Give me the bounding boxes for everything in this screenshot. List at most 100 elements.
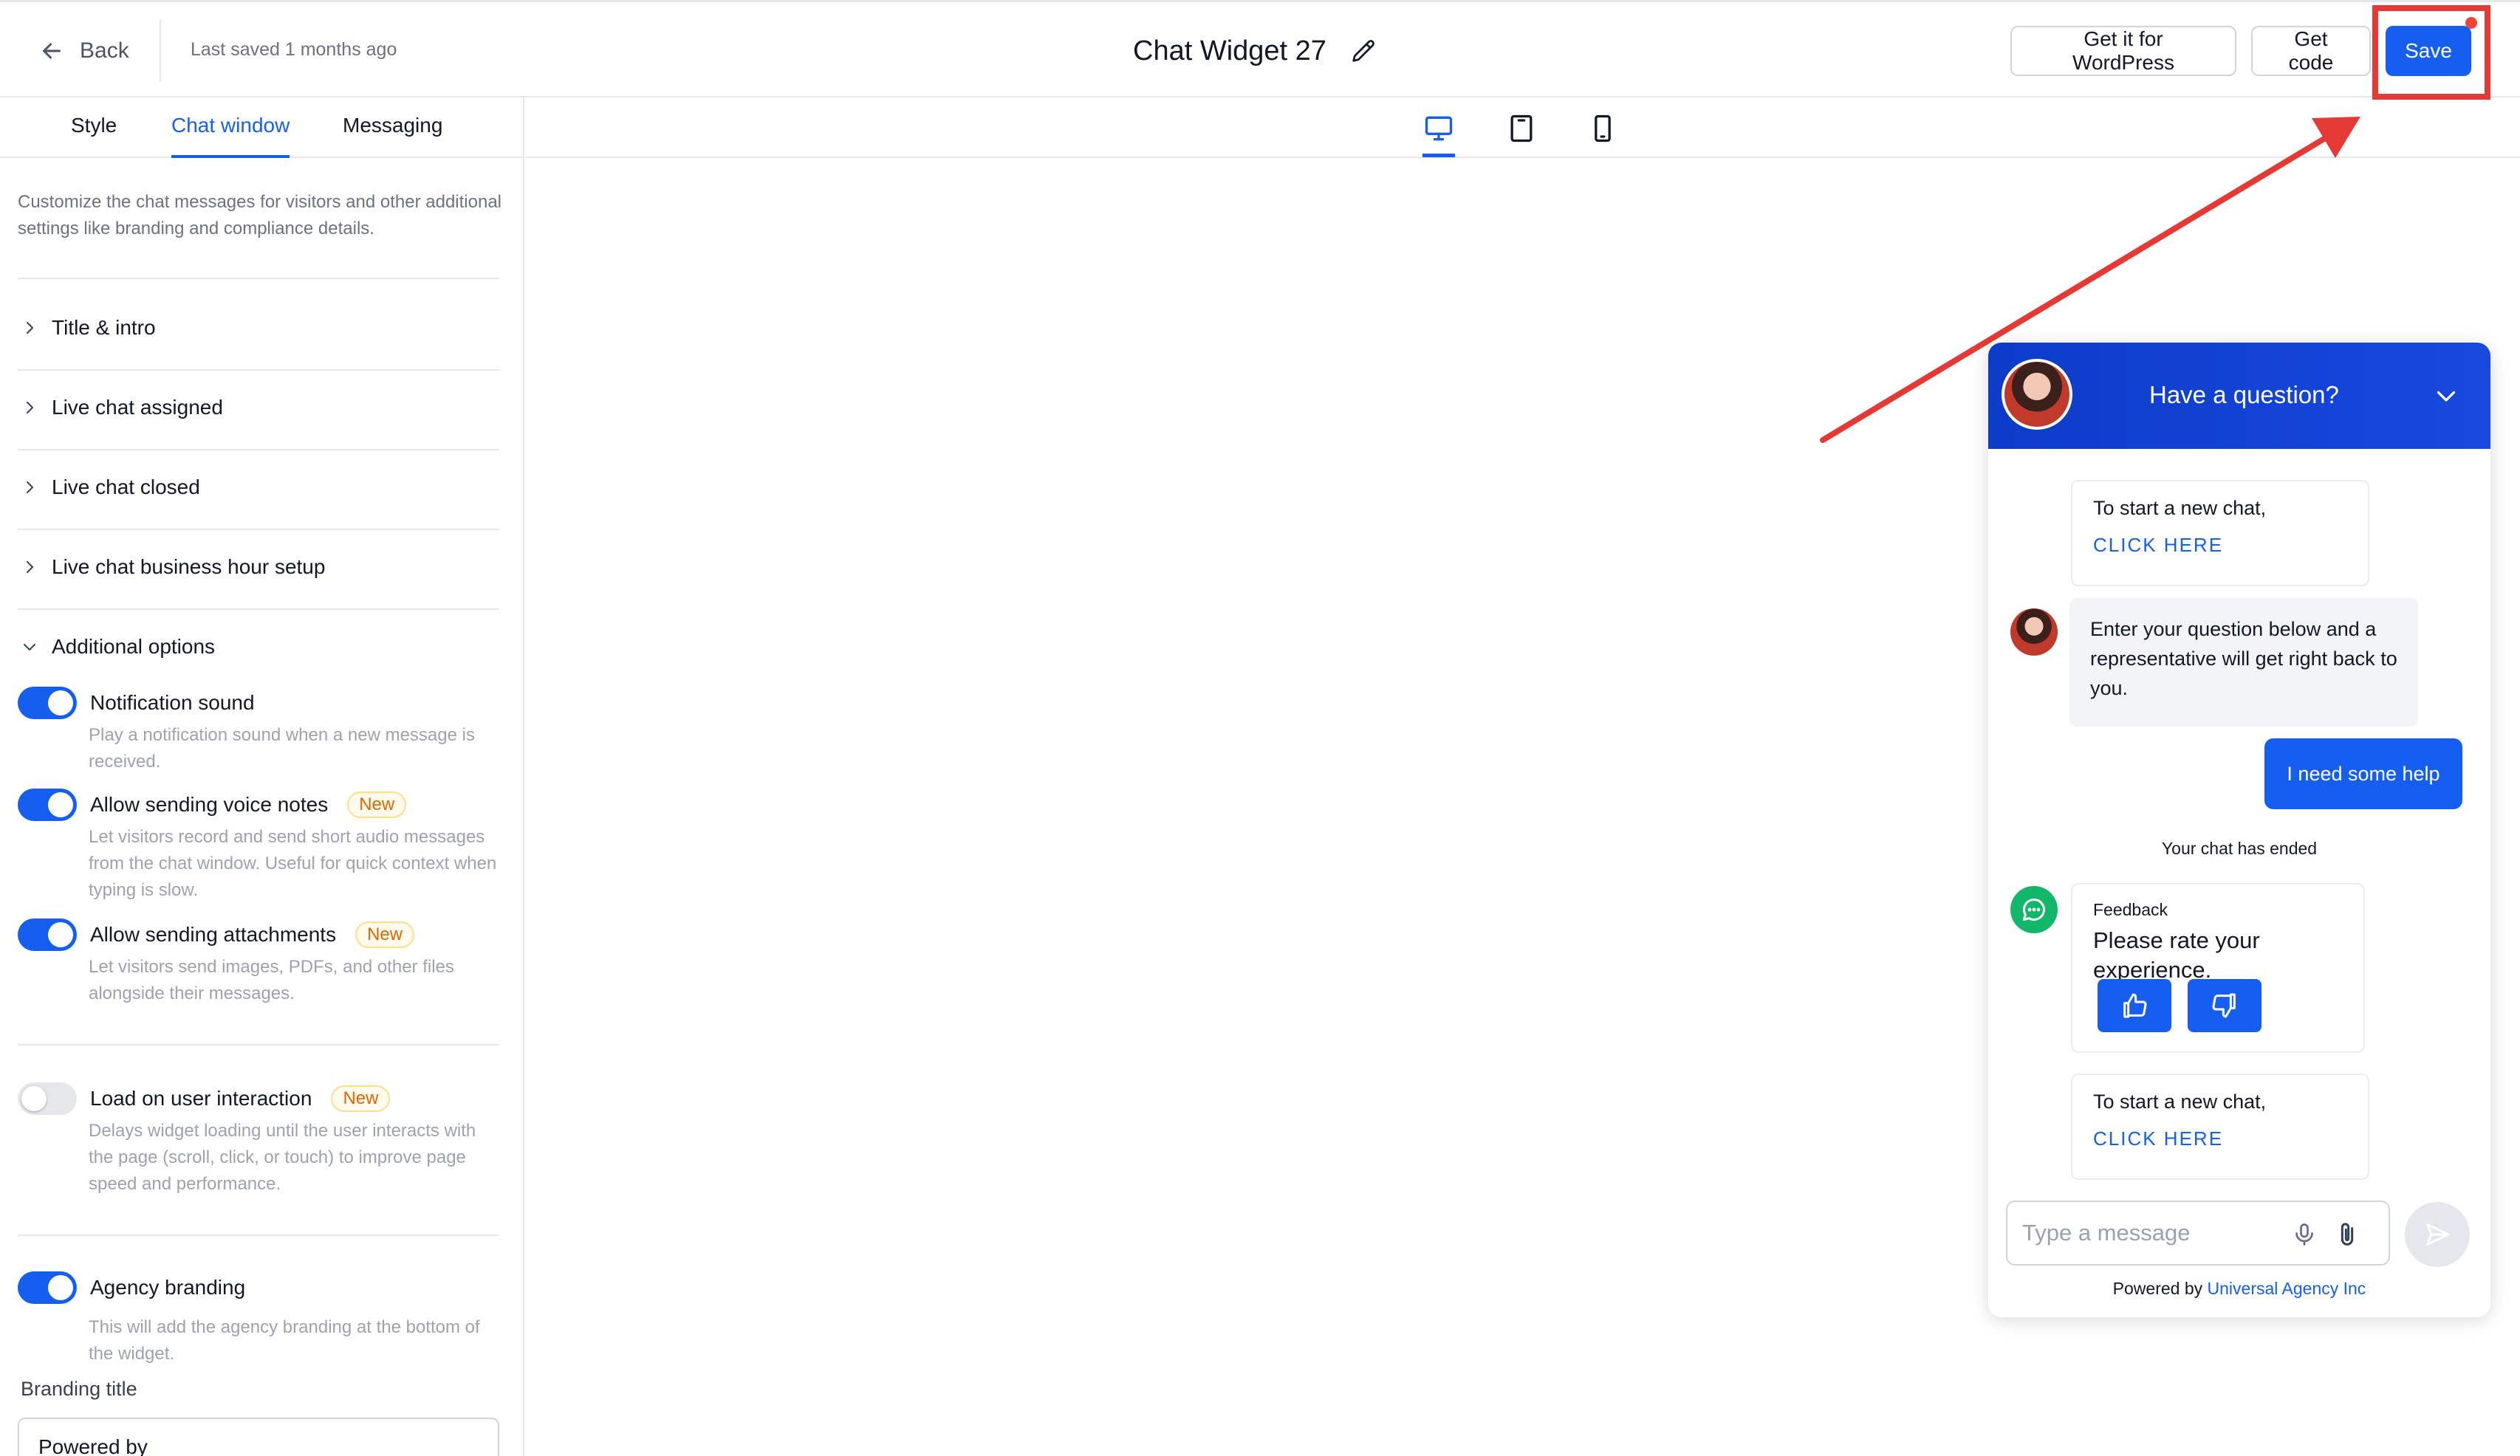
agent-avatar: [2010, 608, 2058, 656]
thumbs-down-button[interactable]: [2188, 979, 2262, 1032]
divider: [18, 369, 499, 371]
new-chat-text: To start a new chat,: [2093, 497, 2267, 519]
section-label: Title & intro: [52, 316, 156, 339]
option-label: Agency branding: [90, 1276, 246, 1299]
tablet-icon[interactable]: [1505, 112, 1538, 145]
click-here-link[interactable]: CLICK HERE: [2093, 1124, 2347, 1153]
agency-branding-toggle[interactable]: [18, 1271, 77, 1304]
powered-by-footer: Powered by Universal Agency Inc: [1988, 1279, 2490, 1299]
option-voice-notes: Allow sending voice notes New: [18, 789, 407, 821]
user-message-bubble: I need some help: [2264, 738, 2462, 809]
option-attachments: Allow sending attachments New: [18, 918, 415, 951]
attachments-toggle[interactable]: [18, 918, 77, 951]
feedback-chat-icon: [2010, 886, 2058, 933]
message-input[interactable]: [2022, 1217, 2288, 1249]
divider: [18, 1044, 499, 1045]
section-title-intro[interactable]: Title & intro: [21, 306, 156, 350]
feedback-question: Please rate your experience.: [2093, 927, 2260, 983]
header-divider: [160, 20, 161, 82]
top-bar: Back Last saved 1 months ago Chat Widget…: [0, 0, 2520, 100]
device-toggle-bar: [526, 97, 2520, 158]
option-description: Let visitors record and send short audio…: [89, 827, 497, 900]
powered-by-label: Powered by: [2112, 1279, 2203, 1298]
section-live-chat-assigned[interactable]: Live chat assigned: [21, 385, 223, 430]
divider: [18, 449, 499, 450]
option-description: Delays widget loading until the user int…: [89, 1121, 476, 1194]
thumbs-down-icon: [2212, 993, 2236, 1018]
message-input-box: [2006, 1201, 2390, 1266]
agency-link[interactable]: Universal Agency Inc: [2208, 1279, 2366, 1298]
send-button[interactable]: [2405, 1202, 2470, 1267]
section-label: Live chat assigned: [52, 396, 223, 419]
new-badge: New: [347, 791, 407, 818]
section-live-chat-closed[interactable]: Live chat closed: [21, 465, 200, 509]
chevron-right-icon: [27, 322, 33, 334]
get-wordpress-button[interactable]: Get it for WordPress: [2010, 26, 2236, 76]
option-label: Notification sound: [90, 691, 255, 714]
panel-description: Customize the chat messages for visitors…: [18, 192, 501, 238]
settings-panel: Style Chat window Messaging Customize th…: [0, 97, 524, 1456]
tab-messaging[interactable]: Messaging: [343, 114, 442, 158]
send-icon: [2426, 1223, 2450, 1246]
voice-notes-toggle[interactable]: [18, 789, 77, 821]
option-agency-branding: Agency branding: [18, 1271, 245, 1304]
section-label: Additional options: [52, 635, 216, 658]
new-chat-text: To start a new chat,: [2093, 1091, 2267, 1113]
section-label: Live chat business hour setup: [52, 555, 326, 578]
tab-chat-window[interactable]: Chat window: [171, 114, 290, 158]
divider: [18, 608, 499, 610]
unsaved-indicator-dot: [2465, 17, 2477, 29]
option-notification-sound: Notification sound: [18, 687, 255, 719]
microphone-icon[interactable]: [2291, 1220, 2318, 1249]
option-label: Allow sending attachments: [90, 923, 337, 946]
desktop-icon[interactable]: [1422, 112, 1455, 145]
arrow-left-icon: [43, 43, 61, 59]
agent-avatar: [2002, 359, 2072, 430]
new-badge: New: [355, 921, 415, 948]
branding-title-input[interactable]: Powered by: [18, 1418, 499, 1456]
new-chat-prompt: To start a new chat, CLICK HERE: [2071, 1074, 2369, 1180]
new-badge: New: [331, 1085, 391, 1112]
chevron-down-icon[interactable]: [2433, 382, 2459, 409]
option-description: Let visitors send images, PDFs, and othe…: [89, 957, 454, 1003]
active-device-indicator: [1422, 154, 1455, 157]
divider: [18, 1234, 499, 1236]
thumbs-up-button[interactable]: [2098, 979, 2171, 1032]
branding-title-label: Branding title: [21, 1378, 137, 1400]
section-additional-options[interactable]: Additional options: [21, 625, 215, 669]
divider: [18, 529, 499, 530]
save-button[interactable]: Save: [2386, 26, 2471, 76]
pencil-icon[interactable]: [1349, 36, 1378, 66]
new-chat-prompt: To start a new chat, CLICK HERE: [2071, 480, 2369, 586]
section-label: Live chat closed: [52, 475, 200, 498]
chat-widget-preview: Have a question? To start a new chat, CL…: [1988, 343, 2490, 1317]
click-here-link[interactable]: CLICK HERE: [2093, 530, 2347, 560]
notification-sound-toggle[interactable]: [18, 687, 77, 719]
chevron-right-icon: [27, 402, 33, 413]
feedback-label: Feedback: [2093, 900, 2168, 919]
page-title: Chat Widget 27: [1133, 35, 1326, 66]
chat-ended-text: Your chat has ended: [2161, 839, 2318, 858]
title-group: Chat Widget 27: [1133, 32, 1378, 70]
widget-header: Have a question?: [1988, 343, 2490, 449]
back-label: Back: [80, 38, 129, 63]
option-label: Load on user interaction: [90, 1087, 312, 1110]
thumbs-up-icon: [2123, 993, 2147, 1018]
divider: [18, 278, 499, 279]
mobile-icon[interactable]: [1586, 112, 1619, 145]
option-label: Allow sending voice notes: [90, 793, 329, 816]
agent-message-bubble: Enter your question below and a represen…: [2069, 598, 2418, 727]
chevron-right-icon: [27, 481, 33, 493]
get-code-button[interactable]: Get code: [2251, 26, 2371, 76]
last-saved-text: Last saved 1 months ago: [191, 39, 397, 60]
widget-title: Have a question?: [2149, 381, 2339, 408]
paperclip-icon[interactable]: [2332, 1218, 2362, 1251]
settings-tabs: Style Chat window Messaging: [0, 97, 523, 158]
option-description: Play a notification sound when a new mes…: [89, 725, 475, 772]
tab-style[interactable]: Style: [71, 114, 117, 158]
option-description: This will add the agency branding at the…: [89, 1317, 480, 1364]
section-business-hours[interactable]: Live chat business hour setup: [21, 545, 325, 589]
feedback-card: Feedback Please rate your experience.: [2071, 883, 2365, 1053]
load-on-interaction-toggle[interactable]: [18, 1082, 77, 1115]
back-button[interactable]: Back: [38, 32, 129, 70]
